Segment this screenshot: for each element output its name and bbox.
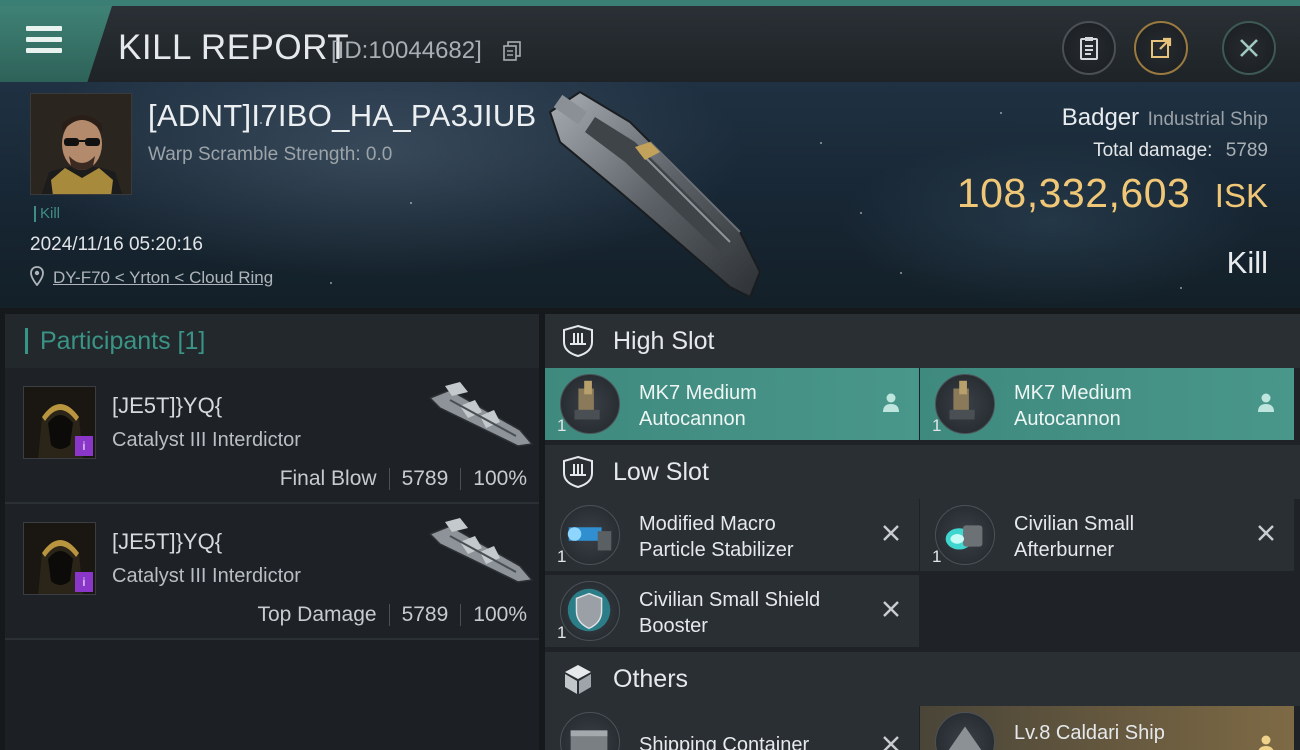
autocannon-icon — [935, 374, 995, 434]
fitting-slots-panel: High Slot 1 MK7 Medium Autocannon 1 MK7 M… — [545, 314, 1300, 750]
isk-value: 108,332,603 — [956, 170, 1191, 216]
module-item[interactable]: 1 MK7 Medium Autocannon — [545, 368, 919, 440]
module-item[interactable]: 1 Civilian Small Afterburner — [920, 499, 1294, 571]
victim-ship-name: Badger — [1061, 104, 1140, 131]
participant-avatar[interactable]: i — [23, 386, 96, 459]
module-name: Shipping Container — [639, 734, 810, 750]
x-icon — [883, 525, 899, 541]
victim-name: [ADNT]I7IBO_HA_PA3JIUB — [148, 98, 537, 133]
rarity-badge: i — [75, 572, 93, 592]
kill-tag: Kill — [34, 206, 60, 222]
x-icon — [1258, 525, 1274, 541]
module-name: Civilian Small Shield Booster — [639, 589, 821, 637]
high-slot-header: High Slot — [545, 314, 1300, 368]
menu-button[interactable] — [0, 6, 112, 82]
person-icon — [883, 393, 899, 412]
participant-ship: Catalyst III Interdictor — [112, 429, 301, 451]
interdictor-ship-icon — [428, 382, 534, 447]
module-item[interactable]: 1 MK7 Medium Autocannon — [920, 368, 1294, 440]
participants-panel: Participants [1] i [JE5T]}YQ{ Catalyst I… — [5, 314, 539, 750]
high-slot-label: High Slot — [613, 326, 715, 355]
low-slot-label: Low Slot — [613, 457, 709, 486]
module-quantity: 1 — [557, 547, 567, 566]
module-name: MK7 Medium Autocannon — [639, 382, 757, 430]
low-slot-header: Low Slot — [545, 445, 1300, 499]
others-header: Others — [545, 652, 1300, 706]
total-damage: Total damage: 5789 — [1093, 140, 1268, 162]
module-quantity: 1 — [932, 547, 942, 566]
kill-location-link[interactable]: DY-F70 < Yrton < Cloud Ring — [53, 268, 273, 288]
participant-percent: 100% — [473, 603, 527, 626]
participant-role: Top Damage — [257, 603, 377, 626]
total-damage-value: 5789 — [1225, 140, 1268, 161]
x-icon — [883, 601, 899, 617]
module-quantity: 1 — [932, 416, 942, 435]
victim-ship-class: Industrial Ship — [1147, 109, 1268, 130]
share-button[interactable] — [1134, 21, 1188, 75]
participant-name: [JE5T]}YQ{ — [112, 393, 223, 418]
participant-row[interactable]: i [JE5T]}YQ{ Catalyst III Interdictor To… — [5, 504, 539, 640]
participant-stats: Top Damage 5789 100% — [257, 603, 527, 627]
victim-banner: [ADNT]I7IBO_HA_PA3JIUB Warp Scramble Str… — [0, 82, 1300, 308]
participant-ship: Catalyst III Interdictor — [112, 565, 301, 587]
participant-stats: Final Blow 5789 100% — [280, 467, 527, 491]
module-name: Modified Macro Particle Stabilizer — [639, 513, 794, 561]
page-title: KILL REPORT — [118, 28, 350, 67]
victim-avatar[interactable] — [30, 93, 132, 195]
close-icon — [1240, 39, 1258, 57]
module-quantity: 1 — [557, 416, 567, 435]
particle-stabilizer-icon — [560, 505, 620, 565]
kill-result: Kill — [1226, 245, 1268, 280]
isk-loss: 108,332,603 ISK — [957, 170, 1268, 217]
copy-icon[interactable] — [503, 41, 521, 61]
interdictor-ship-icon — [428, 518, 534, 583]
victim-ship-render — [548, 90, 762, 299]
participant-avatar[interactable]: i — [23, 522, 96, 595]
participant-damage: 5789 — [401, 467, 449, 490]
pilot-portrait-icon — [31, 94, 131, 194]
top-bar: KILL REPORT [ID:10044682] — [0, 0, 1300, 82]
clipboard-button[interactable] — [1062, 21, 1116, 75]
participant-damage: 5789 — [401, 603, 449, 626]
module-item[interactable]: 1 Modified Macro Particle Stabilizer — [545, 499, 919, 571]
location-pin-icon — [30, 266, 44, 286]
close-button[interactable] — [1222, 21, 1276, 75]
participant-role: Final Blow — [279, 467, 377, 490]
rarity-badge: i — [75, 436, 93, 456]
shield-slot-icon — [563, 455, 593, 489]
module-name: MK7 Medium Autocannon — [1014, 382, 1132, 430]
participant-percent: 100% — [473, 467, 527, 490]
report-id: [ID:10044682] — [331, 37, 482, 64]
victim-ship-info: Badger Industrial Ship — [1062, 104, 1268, 132]
shield-booster-icon — [560, 581, 620, 641]
warp-scramble-strength: Warp Scramble Strength: 0.0 — [148, 144, 393, 165]
cube-icon — [565, 665, 591, 694]
module-name: Civilian Small Afterburner — [1014, 513, 1135, 561]
ship-blueprint-icon — [935, 712, 995, 750]
person-icon — [1258, 393, 1274, 412]
afterburner-icon — [935, 505, 995, 565]
person-icon — [1258, 735, 1274, 750]
module-name: Lv.8 Caldari Ship — [1014, 722, 1165, 744]
total-damage-label: Total damage: — [1093, 140, 1213, 161]
shield-slot-icon — [563, 324, 593, 358]
menu-icon — [26, 26, 62, 54]
participant-row[interactable]: i [JE5T]}YQ{ Catalyst III Interdictor Fi… — [5, 368, 539, 504]
clipboard-icon — [1080, 37, 1098, 60]
module-item[interactable]: 1 Civilian Small Shield Booster — [545, 575, 919, 647]
x-icon — [883, 736, 899, 750]
module-item[interactable]: Lv.8 Caldari Ship — [920, 706, 1294, 750]
share-icon — [1151, 37, 1172, 58]
kill-timestamp: 2024/11/16 05:20:16 — [30, 234, 203, 255]
autocannon-icon — [560, 374, 620, 434]
isk-unit: ISK — [1214, 177, 1268, 214]
participants-header: Participants [1] — [5, 314, 539, 368]
others-label: Others — [613, 664, 689, 693]
module-quantity: 1 — [557, 623, 567, 642]
participants-title: Participants [1] — [40, 326, 206, 355]
participant-name: [JE5T]}YQ{ — [112, 529, 223, 554]
module-item[interactable]: Shipping Container — [545, 706, 919, 750]
shipping-container-icon — [560, 712, 620, 750]
